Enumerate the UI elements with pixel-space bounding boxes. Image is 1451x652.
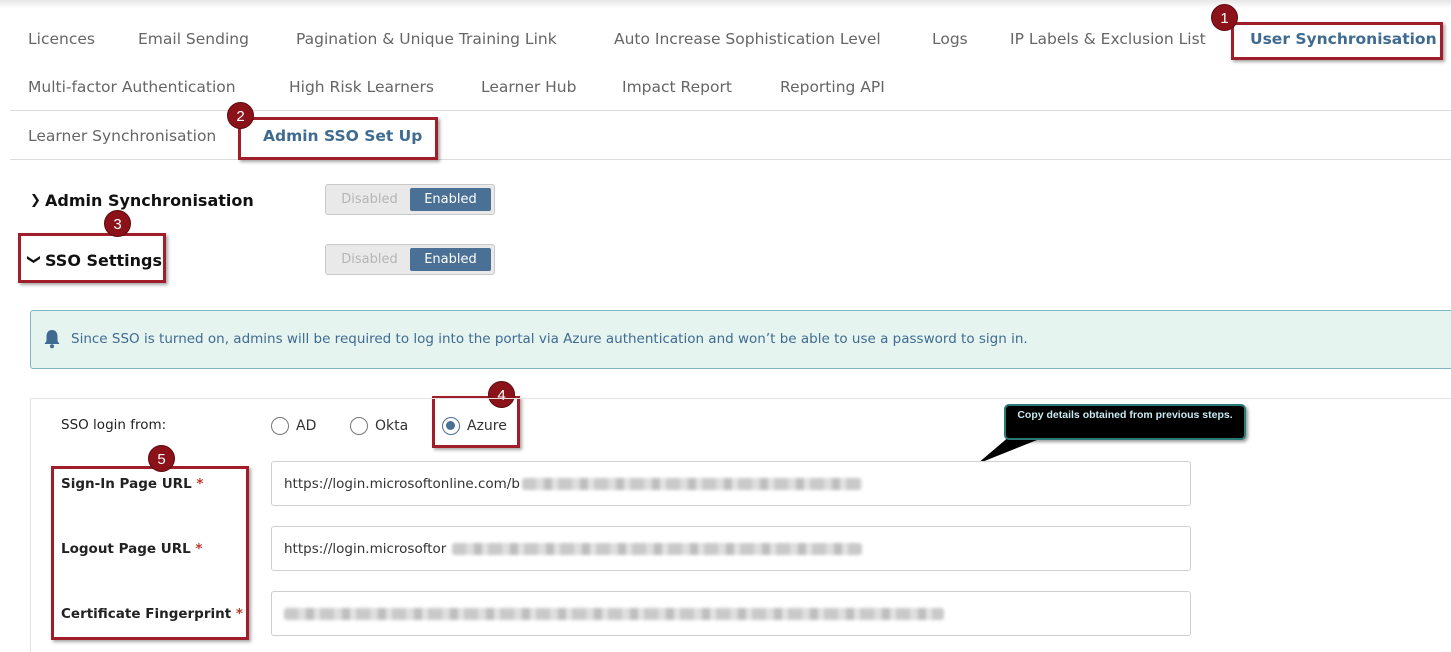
radio-button[interactable] xyxy=(271,417,289,435)
redacted-value xyxy=(452,543,862,555)
radio-option-ad[interactable]: AD xyxy=(271,417,316,435)
subtabs-divider xyxy=(10,159,1451,160)
bell-icon xyxy=(44,330,60,349)
logout-page-url-input[interactable]: https://login.microsoftor xyxy=(271,526,1191,571)
tab-auto-increase-sophistication-level[interactable]: Auto Increase Sophistication Level xyxy=(614,30,881,48)
toggle-enabled-option[interactable]: Enabled xyxy=(410,188,491,211)
tabs-divider xyxy=(10,110,1451,111)
step-marker-3: 3 xyxy=(104,210,131,237)
highlight-user-synchronisation xyxy=(1231,22,1443,60)
tab-reporting-api[interactable]: Reporting API xyxy=(780,78,885,96)
radio-option-azure[interactable]: Azure xyxy=(442,417,507,435)
radio-label: Azure xyxy=(467,418,507,434)
certificate-fingerprint-input[interactable] xyxy=(271,591,1191,636)
sso-login-from-label: SSO login from: xyxy=(61,417,167,433)
radio-button-selected[interactable] xyxy=(442,417,460,435)
tab-logs[interactable]: Logs xyxy=(932,30,968,48)
tab-pagination-unique-training-link[interactable]: Pagination & Unique Training Link xyxy=(296,30,557,48)
sso-settings-title[interactable]: SSO Settings xyxy=(45,251,162,270)
sign-in-page-url-label: Sign-In Page URL * xyxy=(61,476,204,492)
tab-high-risk-learners[interactable]: High Risk Learners xyxy=(289,78,434,96)
logout-page-url-value: https://login.microsoftor xyxy=(284,541,447,557)
redacted-value xyxy=(284,608,944,620)
tab-email-sending[interactable]: Email Sending xyxy=(138,30,249,48)
radio-option-okta[interactable]: Okta xyxy=(350,417,408,435)
tab-ip-labels-exclusion-list[interactable]: IP Labels & Exclusion List xyxy=(1010,30,1206,48)
toggle-disabled-option[interactable]: Disabled xyxy=(329,248,410,271)
chevron-down-icon[interactable]: ❯ xyxy=(26,254,41,265)
callout-text: Copy details obtained from previous step… xyxy=(1017,409,1233,421)
tab-multi-factor-authentication[interactable]: Multi-factor Authentication xyxy=(28,78,236,96)
tab-licences[interactable]: Licences xyxy=(28,30,95,48)
admin-synchronisation-toggle[interactable]: Disabled Enabled xyxy=(325,184,495,215)
toggle-disabled-option[interactable]: Disabled xyxy=(329,188,410,211)
sign-in-page-url-value: https://login.microsoftonline.com/b xyxy=(284,476,520,492)
sso-settings-toggle[interactable]: Disabled Enabled xyxy=(325,244,495,275)
logout-page-url-label: Logout Page URL * xyxy=(61,541,203,557)
sign-in-page-url-input[interactable]: https://login.microsoftonline.com/b xyxy=(271,461,1191,506)
alert-message: Since SSO is turned on, admins will be r… xyxy=(71,331,1028,347)
tab-impact-report[interactable]: Impact Report xyxy=(622,78,732,96)
subtab-learner-synchronisation[interactable]: Learner Synchronisation xyxy=(28,127,216,145)
certificate-fingerprint-label: Certificate Fingerprint * xyxy=(61,606,243,622)
step-marker-1: 1 xyxy=(1211,4,1238,31)
chevron-right-icon[interactable]: ❯ xyxy=(30,193,41,208)
radio-button[interactable] xyxy=(350,417,368,435)
admin-synchronisation-title[interactable]: Admin Synchronisation xyxy=(45,191,254,210)
highlight-admin-sso-set-up xyxy=(238,117,438,160)
redacted-value xyxy=(522,478,862,490)
instruction-callout: Copy details obtained from previous step… xyxy=(1004,404,1246,440)
radio-label: AD xyxy=(296,418,317,434)
sso-info-alert: Since SSO is turned on, admins will be r… xyxy=(30,310,1451,369)
tab-learner-hub[interactable]: Learner Hub xyxy=(481,78,576,96)
radio-label: Okta xyxy=(375,418,409,434)
step-marker-2: 2 xyxy=(227,102,254,129)
toggle-enabled-option[interactable]: Enabled xyxy=(410,248,491,271)
